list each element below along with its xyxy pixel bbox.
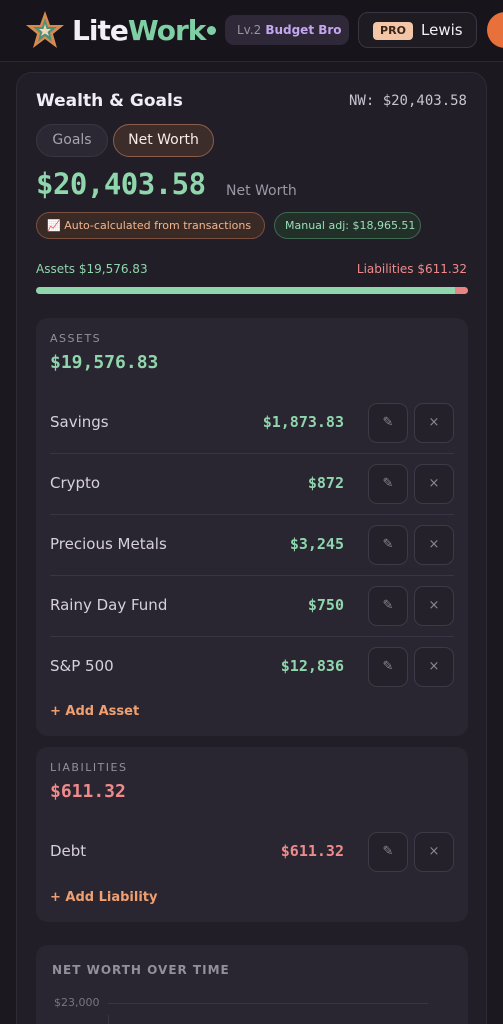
top-bar: LiteWork Lv.2 Budget Bro PRO Lewis (0, 0, 503, 62)
logo-work: Work (127, 14, 207, 47)
asset-value: $872 (307, 474, 344, 492)
assets-bar-fill (36, 287, 456, 294)
assets-liabilities-bar (36, 287, 468, 294)
assets-section-label: ASSETS (50, 332, 102, 345)
asset-name: Savings (50, 413, 109, 431)
asset-name: Crypto (50, 474, 101, 492)
auto-calculated-pill[interactable]: 📈 Auto-calculated from transactions (36, 212, 265, 239)
wealth-card: Wealth & Goals NW: $20,403.58 Goals Net … (16, 72, 487, 1024)
app-logo-text: LiteWork (72, 14, 207, 48)
tab-net-worth[interactable]: Net Worth (113, 124, 214, 157)
edit-icon[interactable]: ✎ (368, 403, 408, 443)
asset-value: $3,245 (289, 535, 344, 553)
status-dot (207, 26, 216, 35)
edit-icon[interactable]: ✎ (368, 525, 408, 565)
delete-icon[interactable]: × (414, 464, 454, 504)
asset-value: $1,873.83 (262, 413, 344, 431)
net-worth-total: $20,403.58 (36, 167, 206, 201)
asset-value: $12,836 (280, 657, 344, 675)
liability-name: Debt (50, 842, 87, 860)
logo-lite: Lite (72, 14, 129, 47)
chart-axis (108, 1015, 109, 1024)
asset-row: Rainy Day Fund $750 ✎ × (50, 576, 454, 637)
net-worth-total-label: Net Worth (226, 183, 297, 199)
liabilities-total: $611.32 (50, 781, 126, 802)
asset-row: Crypto $872 ✎ × (50, 454, 454, 515)
delete-icon[interactable]: × (414, 403, 454, 443)
delete-icon[interactable]: × (414, 647, 454, 687)
asset-row: S&P 500 $12,836 ✎ × (50, 637, 454, 698)
page-title: Wealth & Goals (36, 91, 183, 111)
asset-name: Precious Metals (50, 535, 167, 553)
add-asset-button[interactable]: + Add Asset (50, 704, 139, 719)
add-liability-button[interactable]: + Add Liability (50, 890, 158, 905)
chart-gridline (108, 1003, 428, 1004)
rank-text: Budget Bro (265, 23, 342, 37)
liability-value: $611.32 (280, 842, 344, 860)
chart-y-tick: $23,000 (54, 996, 100, 1009)
level-text: Lv.2 (237, 23, 262, 37)
edit-icon[interactable]: ✎ (368, 586, 408, 626)
avatar[interactable] (487, 12, 503, 48)
user-name: Lewis (421, 21, 463, 39)
asset-name: Rainy Day Fund (50, 596, 168, 614)
assets-section: ASSETS $19,576.83 Savings $1,873.83 ✎ × … (36, 318, 468, 736)
star-logo-icon[interactable] (24, 9, 66, 51)
liability-row: Debt $611.32 ✎ × (50, 822, 454, 883)
delete-icon[interactable]: × (414, 525, 454, 565)
user-menu-button[interactable]: PRO Lewis (358, 12, 477, 48)
delete-icon[interactable]: × (414, 832, 454, 872)
liabilities-section: LIABILITIES $611.32 Debt $611.32 ✎ × + A… (36, 747, 468, 922)
chart-title: NET WORTH OVER TIME (52, 963, 230, 977)
asset-row: Precious Metals $3,245 ✎ × (50, 515, 454, 576)
liabilities-bar-fill (455, 287, 468, 294)
pro-badge: PRO (373, 22, 413, 40)
edit-icon[interactable]: ✎ (368, 647, 408, 687)
assets-total: $19,576.83 (50, 352, 159, 373)
edit-icon[interactable]: ✎ (368, 464, 408, 504)
delete-icon[interactable]: × (414, 586, 454, 626)
edit-icon[interactable]: ✎ (368, 832, 408, 872)
net-worth-summary: NW: $20,403.58 (348, 93, 467, 109)
level-badge[interactable]: Lv.2 Budget Bro (225, 15, 349, 45)
asset-value: $750 (307, 596, 344, 614)
asset-name: S&P 500 (50, 657, 114, 675)
tab-goals[interactable]: Goals (36, 124, 108, 157)
net-worth-chart: NET WORTH OVER TIME $23,000 (36, 945, 468, 1024)
liabilities-bar-label: Liabilities $611.32 (356, 262, 467, 276)
asset-row: Savings $1,873.83 ✎ × (50, 393, 454, 454)
liabilities-section-label: LIABILITIES (50, 761, 128, 774)
manual-adjustment-pill[interactable]: Manual adj: $18,965.51 (274, 212, 421, 239)
assets-bar-label: Assets $19,576.83 (36, 262, 148, 276)
